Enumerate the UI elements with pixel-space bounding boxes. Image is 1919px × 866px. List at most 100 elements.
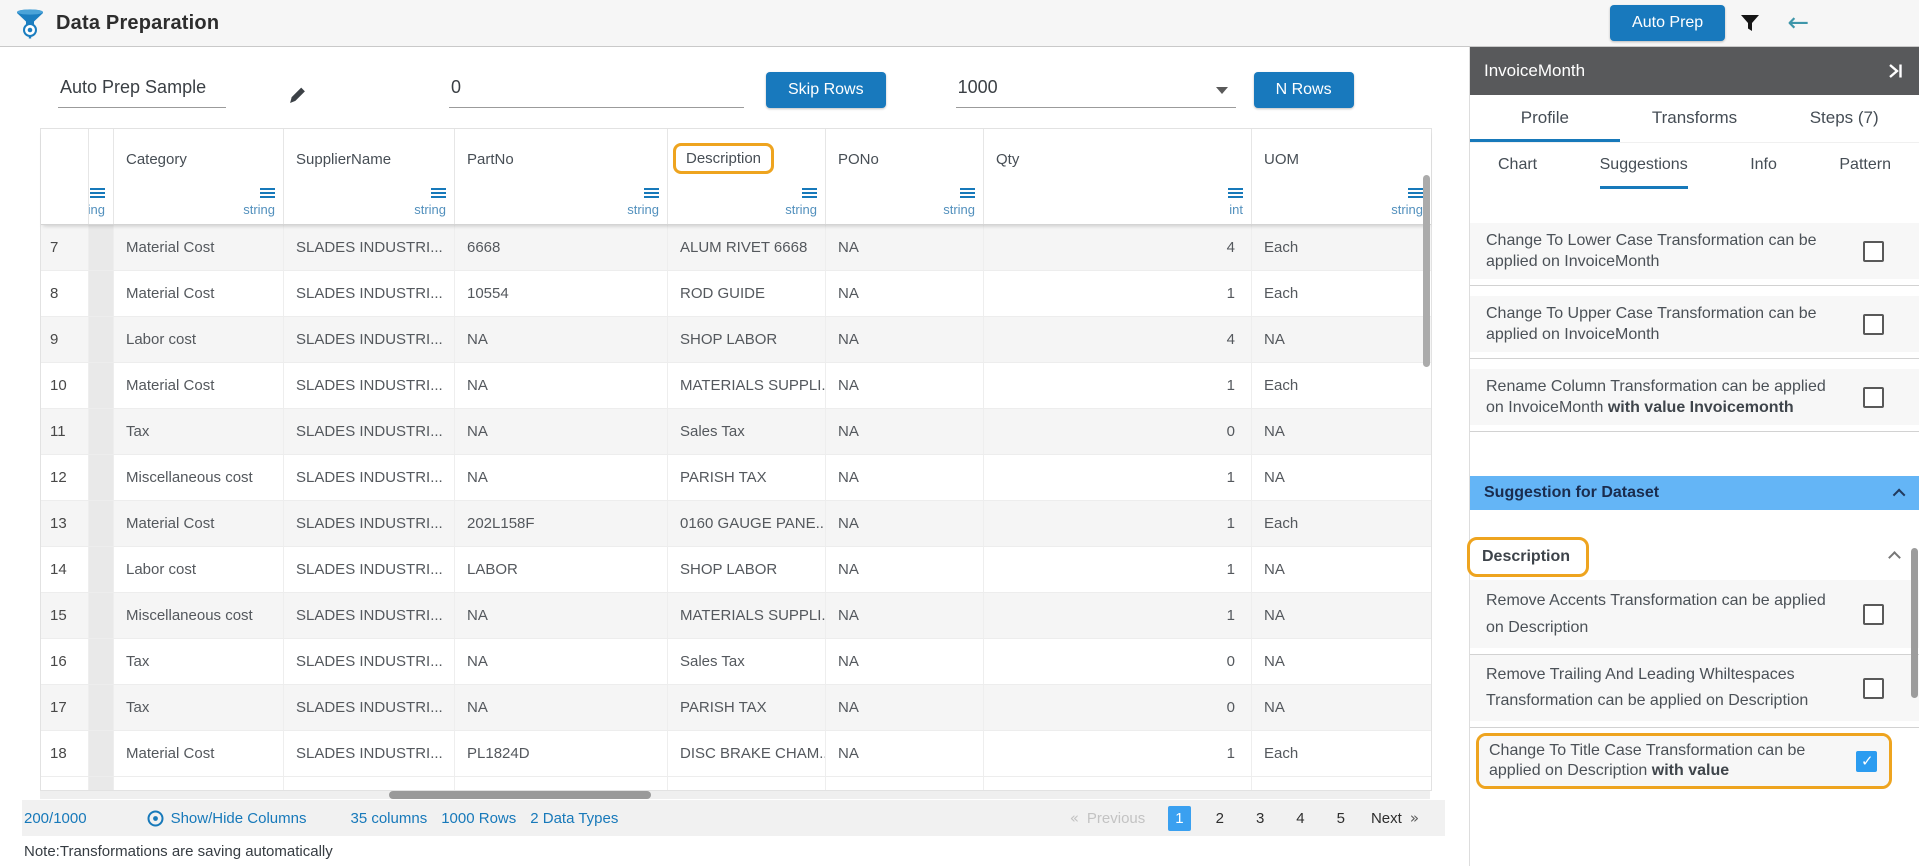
column-header-qty[interactable]: Qty int [984,129,1252,224]
cell-description [668,777,826,790]
column-type-label: ing [89,202,105,217]
table-row[interactable]: 10 Material Cost SLADES INDUSTRI... NA MATER… [41,363,1431,409]
table-row[interactable]: 14 Labor cost SLADES INDUSTRI... LABOR SHOP … [41,547,1431,593]
column-menu-icon[interactable] [960,188,975,190]
tab-transforms[interactable]: Transforms [1620,95,1770,142]
previous-button[interactable]: Previous [1087,810,1145,827]
prev-symbol[interactable]: « [1070,809,1079,827]
column-header-category[interactable]: Category string [114,129,284,224]
page-4[interactable]: 4 [1289,806,1311,831]
cell-category: Labor cost [114,317,284,362]
suggestion-checkbox[interactable] [1863,386,1884,408]
back-arrow-icon[interactable]: ← [1787,10,1809,36]
suggestion-checkbox[interactable] [1863,603,1884,625]
collapse-panel-icon[interactable] [1885,63,1905,79]
page-5[interactable]: 5 [1330,806,1352,831]
table-row[interactable]: 7 Material Cost SLADES INDUSTRI... 6668 ALUM… [41,225,1431,271]
table-row[interactable]: 13 Material Cost SLADES INDUSTRI... 202L158… [41,501,1431,547]
dataset-name-input[interactable] [58,77,226,108]
cell-category: Miscellaneous cost [114,593,284,638]
cell-uom: NA [1264,607,1285,624]
page-3[interactable]: 3 [1249,806,1271,831]
panel-scrollbar[interactable] [1911,548,1918,698]
skip-rows-button[interactable]: Skip Rows [766,72,886,108]
table-row[interactable]: 9 Labor cost SLADES INDUSTRI... NA SHOP LABO… [41,317,1431,363]
cell-qty: 0 [984,409,1252,454]
table-row[interactable]: 12 Miscellaneous cost SLADES INDUSTRI... NA… [41,455,1431,501]
column-menu-icon[interactable] [260,188,275,190]
skip-rows-input[interactable] [449,77,744,108]
cell-qty: 4 [984,225,1252,270]
cell-category: Tax [114,685,284,730]
show-hide-columns[interactable]: Show/Hide Columns [147,810,306,827]
cell-supplier: SLADES INDUSTRI... [284,593,455,638]
cell-truncated [89,501,114,546]
table-footer-bar: 200/1000 Show/Hide Columns 35 columns 10… [22,800,1445,836]
cell-row-number: 13 [41,501,89,546]
column-menu-icon[interactable] [644,188,659,190]
cell-supplier: SLADES INDUSTRI... [284,363,455,408]
dataset-column-section[interactable]: Description [1467,534,1919,580]
column-menu-icon[interactable] [1228,188,1243,190]
suggestion-checkbox[interactable] [1863,677,1884,699]
cell-partno: 202L158F [455,501,668,546]
table-row[interactable]: 17 Tax SLADES INDUSTRI... NA PARISH TAX NA 0 NA [41,685,1431,731]
cell-pono: NA [826,593,984,638]
filter-icon[interactable] [1741,15,1760,31]
column-header-pono[interactable]: PONo string [826,129,984,224]
n-rows-select[interactable]: 1000 [955,77,1236,108]
table-row-partial[interactable]: 19 [41,777,1431,790]
column-type-label: string [243,202,275,217]
horizontal-scrollbar[interactable] [389,791,651,799]
suggestion-for-dataset-header[interactable]: Suggestion for Dataset [1470,476,1919,510]
cell-row-number: 7 [41,225,89,270]
subtab-pattern[interactable]: Pattern [1839,143,1891,189]
truncated-column-header[interactable]: ing [89,129,114,224]
table-row[interactable]: 11 Tax SLADES INDUSTRI... NA Sales Tax NA 0 NA [41,409,1431,455]
suggestion-checkbox[interactable] [1863,240,1884,262]
subtab-suggestions[interactable]: Suggestions [1599,143,1688,189]
column-header-partno[interactable]: PartNo string [455,129,668,224]
column-menu-icon[interactable] [431,188,446,190]
tab-steps[interactable]: Steps (7) [1769,95,1919,142]
page-1[interactable]: 1 [1168,805,1191,831]
rows-count: 1000 Rows [441,809,517,827]
suggestion-rename-column: Rename Column Transformation can be appl… [1470,369,1919,425]
tab-profile[interactable]: Profile [1470,95,1620,142]
table-row[interactable]: 8 Material Cost SLADES INDUSTRI... 10554 ROD… [41,271,1431,317]
cell-partno [455,777,668,790]
column-header-uom[interactable]: UOM string [1252,129,1431,224]
table-row[interactable]: 15 Miscellaneous cost SLADES INDUSTRI... NA… [41,593,1431,639]
top-bar: Data Preparation Auto Prep ← [0,0,1919,47]
column-header-suppliername[interactable]: SupplierName string [284,129,455,224]
column-menu-icon[interactable] [1408,188,1423,190]
cell-uom: NA [1264,653,1285,670]
table-row[interactable]: 16 Tax SLADES INDUSTRI... NA Sales Tax NA 0 NA [41,639,1431,685]
cell-supplier: SLADES INDUSTRI... [284,317,455,362]
next-button[interactable]: Next [1371,810,1402,827]
auto-prep-button[interactable]: Auto Prep [1610,5,1726,41]
vertical-scrollbar[interactable] [1423,175,1430,367]
description-section-highlight-box: Description [1467,537,1590,577]
cell-partno: 10554 [455,271,668,316]
n-rows-button[interactable]: N Rows [1253,72,1354,108]
subtab-info[interactable]: Info [1750,143,1777,189]
column-menu-icon[interactable] [802,188,817,190]
column-menu-icon[interactable] [90,188,105,190]
cell-category: Material Cost [114,363,284,408]
cell-description: MATERIALS SUPPLI... [668,593,826,638]
table-row[interactable]: 18 Material Cost SLADES INDUSTRI... PL1824D… [41,731,1431,777]
next-symbol[interactable]: » [1410,809,1419,827]
cell-partno: NA [455,685,668,730]
cell-category: Tax [114,639,284,684]
caret-down-icon [1215,87,1228,94]
column-header-description[interactable]: Description string [668,129,826,224]
cell-qty: 1 [984,731,1252,776]
suggestion-checkbox[interactable] [1856,750,1877,772]
cell-truncated [89,685,114,730]
edit-pencil-icon[interactable] [288,85,307,104]
suggestion-checkbox[interactable] [1863,313,1884,335]
horizontal-scrollbar-track [40,791,1430,799]
page-2[interactable]: 2 [1209,806,1231,831]
subtab-chart[interactable]: Chart [1498,143,1537,189]
